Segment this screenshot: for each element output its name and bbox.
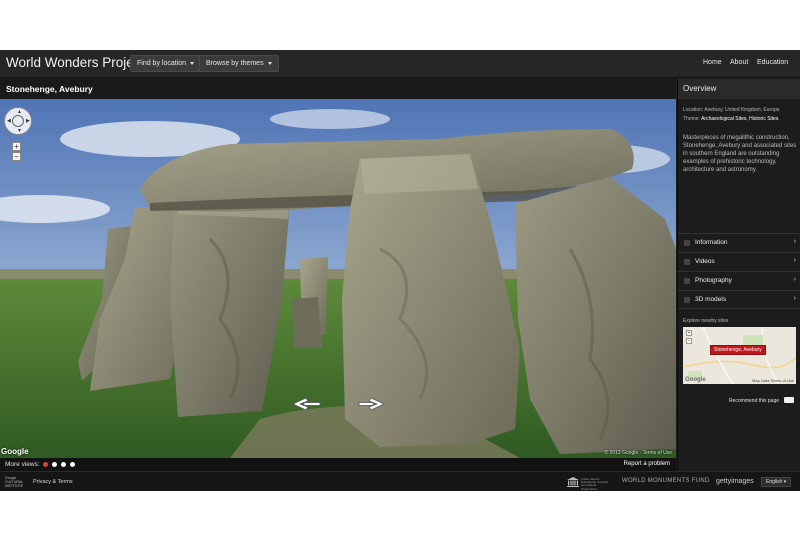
section-3d-models[interactable]: 3D models › <box>678 290 800 309</box>
view-dot-active[interactable] <box>43 462 48 467</box>
compass-control[interactable]: ▲ ▼ ◀ ▶ <box>4 107 32 135</box>
info-icon <box>684 240 690 246</box>
top-bar: World Wonders Project Find by location B… <box>0 50 800 78</box>
zoom-out-button[interactable]: − <box>12 152 21 161</box>
camera-icon <box>684 278 690 284</box>
place-title-bar: Stonehenge, Avebury <box>0 79 676 99</box>
section-photography[interactable]: Photography › <box>678 271 800 290</box>
section-videos[interactable]: Videos › <box>678 252 800 271</box>
section-label: 3D models <box>695 296 727 303</box>
arrow-left-icon[interactable]: ◀ <box>7 119 11 124</box>
section-information[interactable]: Information › <box>678 233 800 252</box>
zoom-in-button[interactable]: + <box>12 142 21 151</box>
more-views-label: More views: <box>5 461 40 468</box>
map-terms-link[interactable]: Map Data Terms of Use <box>752 378 794 383</box>
chevron-right-icon: › <box>793 238 796 245</box>
section-label: Photography <box>695 277 732 284</box>
find-by-location-dropdown[interactable]: Find by location <box>130 55 202 72</box>
language-selector[interactable]: English ▾ <box>761 477 792 487</box>
navigate-forward-arrow-icon[interactable] <box>357 397 385 411</box>
nav-link-home[interactable]: Home <box>703 59 722 66</box>
world-monuments-fund-logo[interactable]: WORLD MONUMENTS FUND <box>622 478 710 484</box>
chevron-down-icon <box>190 61 195 65</box>
arrow-up-icon[interactable]: ▲ <box>17 110 22 115</box>
recommend-label: Recommend this page <box>729 398 780 404</box>
browse-by-themes-dropdown[interactable]: Browse by themes <box>199 55 279 72</box>
privacy-terms-link[interactable]: Privacy & Terms <box>33 479 73 485</box>
map-tiles <box>683 327 796 384</box>
section-label: Videos <box>695 258 715 265</box>
location-value: Avebury, United Kingdom, Europe <box>704 107 780 113</box>
app-window: World Wonders Project Find by location B… <box>0 50 800 491</box>
footer: Google CULTURAL INSTITUTE Privacy & Term… <box>0 471 800 491</box>
nav-link-education[interactable]: Education <box>757 59 788 66</box>
recommend-button[interactable] <box>784 397 794 403</box>
street-view-panorama[interactable]: ▲ ▼ ◀ ▶ + − Google © 2012 Google · Terms… <box>0 99 676 458</box>
arrow-right-icon[interactable]: ▶ <box>26 119 30 124</box>
view-dot[interactable] <box>52 462 57 467</box>
location-meta: Location: Avebury, United Kingdom, Europ… <box>683 107 780 113</box>
chevron-right-icon: › <box>793 257 796 264</box>
nav-link-about[interactable]: About <box>730 59 748 66</box>
unesco-text: United Nations Educational, Scientific a… <box>581 477 609 491</box>
site-description: Masterpieces of megalithic construction,… <box>683 135 797 174</box>
browse-by-themes-label: Browse by themes <box>206 60 264 67</box>
theme-meta: Theme: Archaeological Sites, Historic Si… <box>683 116 778 122</box>
google-logo: Google <box>685 377 706 383</box>
nearby-sites-label: Explore nearby sites <box>683 318 729 324</box>
google-logo: Google <box>1 447 29 456</box>
location-label: Location: <box>683 107 704 113</box>
view-dot[interactable] <box>61 462 66 467</box>
overview-panel: Overview Location: Avebury, United Kingd… <box>677 79 800 471</box>
report-problem-link[interactable]: Report a problem <box>624 461 670 467</box>
chevron-right-icon: › <box>793 295 796 302</box>
getty-images-logo[interactable]: gettyimages <box>716 478 754 485</box>
imagery-copyright[interactable]: © 2012 Google · Terms of Use <box>604 450 672 456</box>
chevron-right-icon: › <box>793 276 796 283</box>
stonehenge-scene-image <box>0 99 676 458</box>
map-marker-label[interactable]: Stonehenge, Avebury <box>710 345 766 355</box>
more-views-bar: More views: Report a problem <box>0 458 676 471</box>
theme-label: Theme: <box>683 116 700 122</box>
page-title: Stonehenge, Avebury <box>6 84 93 94</box>
unesco-temple-icon <box>567 477 579 487</box>
theme-link[interactable]: Archaeological Sites, Historic Sites <box>701 116 778 122</box>
view-dot[interactable] <box>70 462 75 467</box>
nearby-sites-map[interactable]: + − Stonehenge, Avebury Google Map Data … <box>683 327 796 384</box>
chevron-down-icon <box>267 61 272 65</box>
cultural-institute-logo[interactable]: Google CULTURAL INSTITUTE <box>5 476 23 488</box>
map-zoom-in-button[interactable]: + <box>686 330 692 336</box>
video-icon <box>684 259 690 265</box>
find-by-location-label: Find by location <box>137 60 187 67</box>
section-label: Information <box>695 239 728 246</box>
navigate-back-arrow-icon[interactable] <box>292 397 322 411</box>
map-zoom-out-button[interactable]: − <box>686 338 692 344</box>
app-title[interactable]: World Wonders Project <box>6 55 144 70</box>
arrow-down-icon[interactable]: ▼ <box>17 129 22 134</box>
cube-icon <box>684 297 690 303</box>
overview-title: Overview <box>683 84 717 93</box>
compass-ring-icon <box>12 115 24 127</box>
overview-header: Overview <box>678 79 800 99</box>
